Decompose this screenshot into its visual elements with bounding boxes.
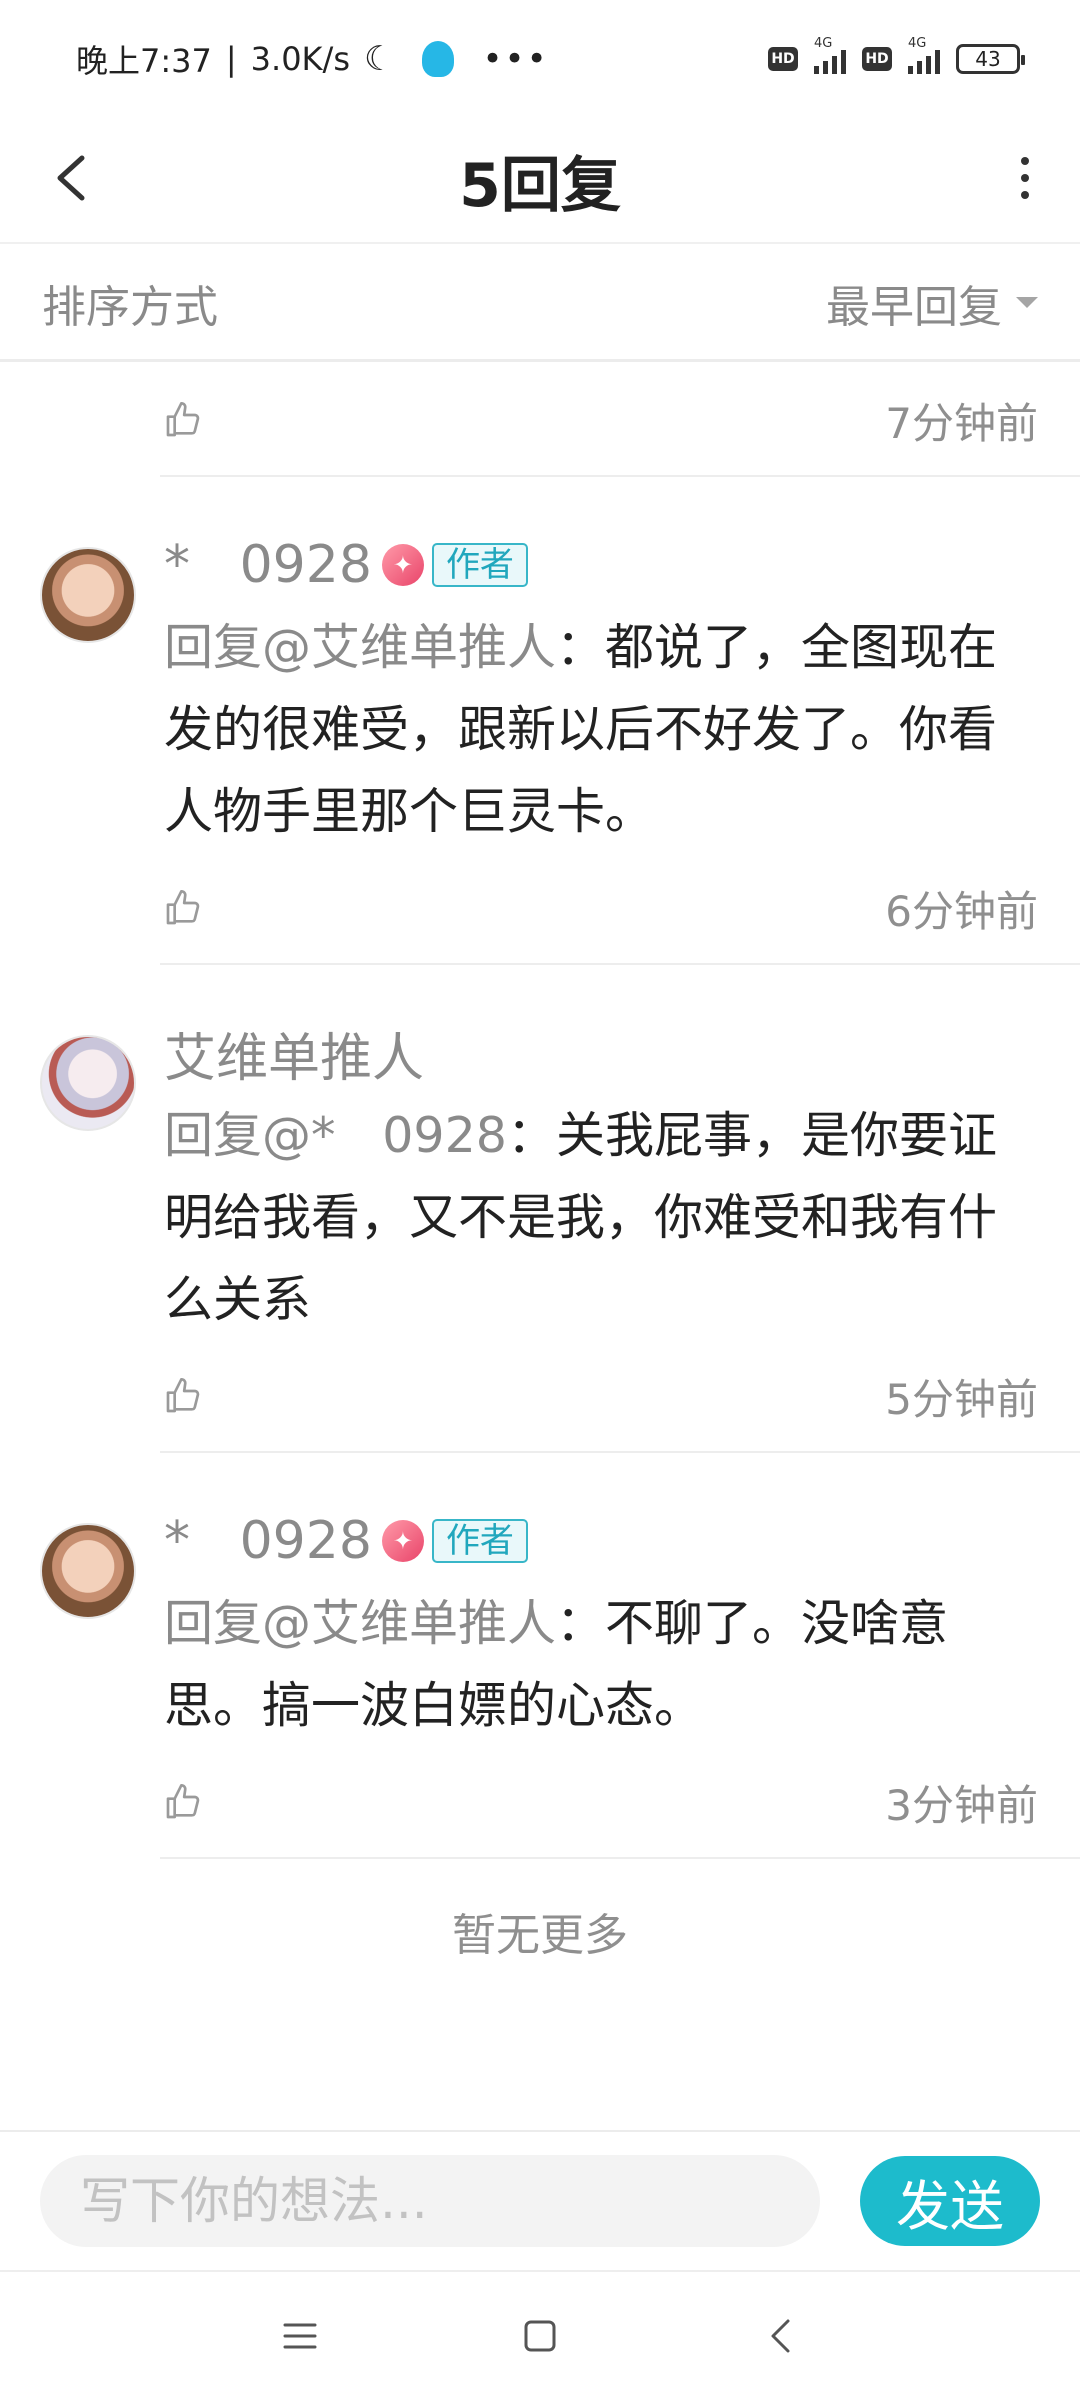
- no-more-text: 暂无更多: [452, 1910, 628, 1961]
- comment-time: 6分钟前: [885, 886, 1038, 936]
- nav-back-icon[interactable]: [750, 2306, 810, 2366]
- comment-body: * 0928 ✦ 作者 回复@艾维单推人：都说了，全图现在发的很难受，跟新以后不…: [164, 533, 1080, 853]
- back-arrow-icon[interactable]: [42, 148, 102, 208]
- comment-time: 7分钟前: [885, 398, 1038, 448]
- comment-content: 回复@* 0928：关我屁事，是你要证明给我看，又不是我，你难受和我有什么关系: [164, 1095, 1038, 1341]
- avatar[interactable]: [40, 1523, 136, 1619]
- thumbs-up-icon[interactable]: [160, 1779, 206, 1825]
- name-row: * 0928 ✦ 作者: [164, 1509, 1038, 1573]
- comment-body: 艾维单推人 回复@* 0928：关我屁事，是你要证明给我看，又不是我，你难受和我…: [164, 1021, 1080, 1341]
- comment-time: 3分钟前: [885, 1780, 1038, 1830]
- signal-icon: 4G: [908, 36, 940, 74]
- comment-body: * 0928 ✦ 作者 回复@艾维单推人：不聊了。没啥意思。搞一波白嫖的心态。: [164, 1509, 1080, 1747]
- battery-icon: 43: [956, 44, 1025, 74]
- reply-page: 晚上7:37 | 3.0K/s ☾ ••• HD 4G HD 4G 43 5回复…: [0, 0, 1080, 2400]
- comment-item: * 0928 ✦ 作者 回复@艾维单推人：都说了，全图现在发的很难受，跟新以后不…: [0, 477, 1080, 965]
- username[interactable]: * 0928: [164, 1511, 372, 1571]
- username[interactable]: * 0928: [164, 535, 372, 595]
- thumbs-up-icon[interactable]: [160, 885, 206, 931]
- qq-penguin-icon: [422, 41, 455, 77]
- signal-bar: [832, 56, 837, 74]
- sort-label: 排序方式: [42, 281, 218, 333]
- battery-level: 43: [975, 47, 1001, 71]
- more-vertical-icon[interactable]: [1000, 148, 1050, 208]
- comment-meta: 7分钟前: [160, 365, 1080, 477]
- signal-bar: [823, 61, 828, 74]
- signal-bar: [926, 56, 931, 74]
- status-right: HD 4G HD 4G 43: [768, 36, 1025, 74]
- avatar[interactable]: [40, 1035, 136, 1131]
- mention-link[interactable]: 回复@* 0928: [164, 1107, 507, 1164]
- avatar[interactable]: [40, 547, 136, 643]
- network-speed: 3.0K/s: [250, 40, 350, 78]
- author-badge: 作者: [431, 1519, 528, 1563]
- network-type-label: 4G: [908, 36, 927, 51]
- mention-link[interactable]: 回复@艾维单推人: [164, 1595, 556, 1652]
- status-separator: |: [225, 40, 237, 78]
- comment-content: 回复@艾维单推人：都说了，全图现在发的很难受，跟新以后不好发了。你看人物手里那个…: [164, 607, 1038, 853]
- comment-input-bar: 发送: [0, 2130, 1080, 2270]
- comment-input[interactable]: [40, 2155, 820, 2247]
- signal-bar: [841, 50, 846, 74]
- header: 5回复: [0, 118, 1080, 244]
- page-title: 5回复: [459, 150, 621, 221]
- sort-dropdown[interactable]: 最早回复: [826, 271, 1038, 335]
- thumbs-up-icon[interactable]: [160, 1373, 206, 1419]
- hd-icon: HD: [862, 47, 892, 71]
- caret-down-icon: [1016, 297, 1038, 308]
- comment-item: 艾维单推人 回复@* 0928：关我屁事，是你要证明给我看，又不是我，你难受和我…: [0, 965, 1080, 1453]
- comment-time: 5分钟前: [885, 1374, 1038, 1424]
- network-type-label: 4G: [814, 36, 833, 51]
- mention-link[interactable]: 回复@艾维单推人: [164, 619, 556, 676]
- reply-list: 7分钟前 * 0928 ✦ 作者 回复@艾维单推人：都说了，全图现在发的很难受，…: [0, 365, 1080, 1963]
- home-square-icon[interactable]: [510, 2306, 570, 2366]
- system-nav-bar: [0, 2270, 1080, 2400]
- level-flame-icon: ✦: [381, 544, 424, 586]
- hd-icon: HD: [768, 47, 798, 71]
- moon-icon: ☾: [363, 39, 395, 79]
- signal-bar: [917, 61, 922, 74]
- send-button[interactable]: 发送: [860, 2156, 1040, 2246]
- sort-row: 排序方式 最早回复: [0, 246, 1080, 362]
- menu-icon[interactable]: [270, 2306, 330, 2366]
- comment-meta: 3分钟前: [160, 1747, 1080, 1859]
- sort-selected-value: 最早回复: [826, 281, 1002, 333]
- signal-icon: 4G: [814, 36, 846, 74]
- comment-content: 回复@艾维单推人：不聊了。没啥意思。搞一波白嫖的心态。: [164, 1583, 1038, 1747]
- signal-bar: [935, 50, 940, 74]
- signal-bar: [908, 66, 913, 74]
- status-bar: 晚上7:37 | 3.0K/s ☾ ••• HD 4G HD 4G 43: [0, 0, 1080, 118]
- name-row: * 0928 ✦ 作者: [164, 533, 1038, 597]
- more-notifications-icon: •••: [482, 39, 549, 79]
- thumbs-up-icon[interactable]: [160, 397, 206, 443]
- author-badge: 作者: [431, 543, 528, 587]
- status-time: 晚上7:37: [76, 42, 212, 80]
- status-left: 晚上7:37 | 3.0K/s ☾ •••: [76, 36, 549, 82]
- level-flame-icon: ✦: [381, 1520, 424, 1562]
- signal-bar: [814, 66, 819, 74]
- name-row: 艾维单推人: [164, 1021, 1038, 1089]
- comment-meta: 6分钟前: [160, 853, 1080, 965]
- username[interactable]: 艾维单推人: [164, 1016, 424, 1091]
- comment-meta: 5分钟前: [160, 1341, 1080, 1453]
- comment-item: * 0928 ✦ 作者 回复@艾维单推人：不聊了。没啥意思。搞一波白嫖的心态。 …: [0, 1453, 1080, 1859]
